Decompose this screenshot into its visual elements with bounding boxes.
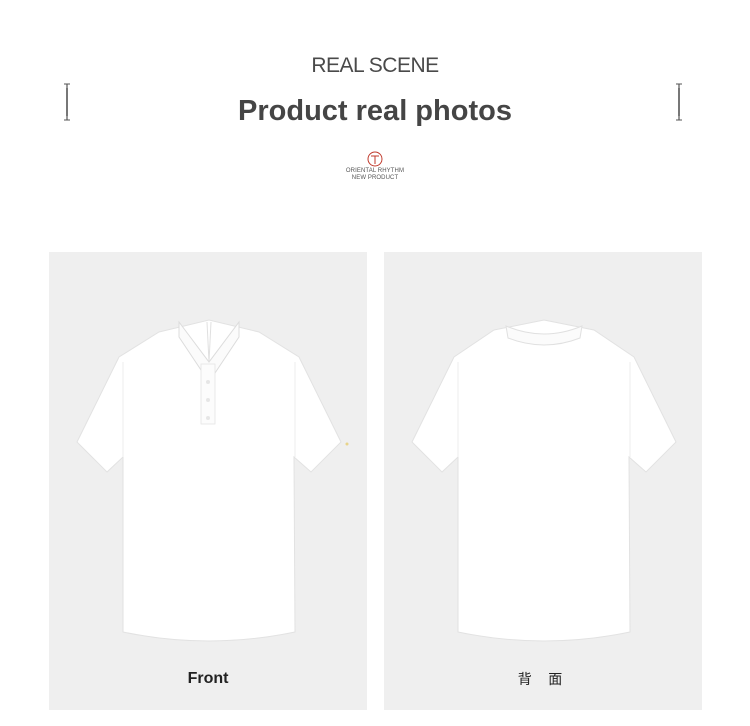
brand-mark: ORIENTAL RHYTHM NEW PRODUCT	[330, 150, 420, 182]
header: REAL SCENE Product real photos ORIENTAL …	[0, 0, 750, 230]
brand-logo-icon	[367, 151, 383, 167]
brand-line-1: ORIENTAL RHYTHM	[345, 168, 405, 174]
brand-line-2: NEW PRODUCT	[351, 175, 399, 181]
section-subtitle: REAL SCENE	[311, 54, 439, 77]
polo-shirt-front-image	[76, 319, 349, 642]
back-caption: 背 面	[517, 672, 569, 688]
front-photo-panel: Front	[49, 252, 367, 710]
front-caption: Front	[187, 670, 229, 687]
polo-shirt-back-image	[411, 319, 677, 642]
page-title: Product real photos	[238, 95, 512, 127]
back-photo-panel: 背 面	[384, 252, 702, 710]
